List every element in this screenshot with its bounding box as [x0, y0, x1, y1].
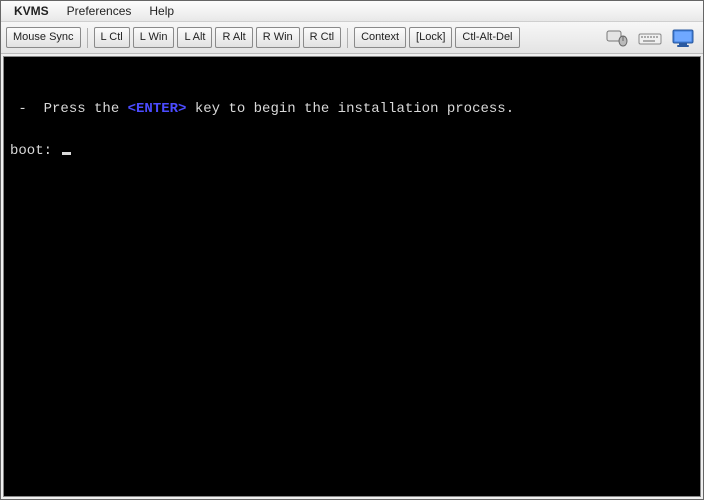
left-win-button[interactable]: L Win	[133, 27, 175, 48]
console-line-blank	[10, 120, 694, 141]
mouse-sync-button[interactable]: Mouse Sync	[6, 27, 81, 48]
boot-prompt: boot:	[10, 143, 60, 159]
text-cursor	[62, 152, 71, 155]
menu-help[interactable]: Help	[142, 3, 181, 19]
instruction-post: key to begin the installation process.	[186, 101, 514, 117]
console-line-blank	[10, 78, 694, 99]
console-line-blank	[10, 57, 694, 78]
toolbar-separator	[347, 28, 348, 48]
console-line-boot: boot:	[10, 141, 694, 162]
right-alt-button[interactable]: R Alt	[215, 27, 252, 48]
console-viewport[interactable]: - Press the <ENTER> key to begin the ins…	[3, 56, 701, 497]
right-ctrl-button[interactable]: R Ctl	[303, 27, 341, 48]
left-ctrl-button[interactable]: L Ctl	[94, 27, 130, 48]
menu-kvms[interactable]: KVMS	[7, 3, 56, 19]
dash: -	[10, 101, 44, 117]
enter-key-text: <ENTER>	[128, 101, 187, 117]
menu-preferences[interactable]: Preferences	[60, 3, 139, 19]
right-win-button[interactable]: R Win	[256, 27, 300, 48]
keyboard-icon[interactable]	[637, 28, 663, 48]
ctl-alt-del-button[interactable]: Ctl-Alt-Del	[455, 27, 519, 48]
mouse-icon[interactable]	[604, 28, 630, 48]
kvms-window: KVMS Preferences Help Mouse Sync L Ctl L…	[0, 0, 704, 500]
left-alt-button[interactable]: L Alt	[177, 27, 212, 48]
lock-button[interactable]: [Lock]	[409, 27, 452, 48]
monitor-icon[interactable]	[670, 28, 696, 48]
instruction-pre: Press the	[44, 101, 128, 117]
toolbar: Mouse Sync L Ctl L Win L Alt R Alt R Win…	[1, 22, 703, 54]
toolbar-separator	[87, 28, 88, 48]
context-button[interactable]: Context	[354, 27, 406, 48]
console-line-instruction: - Press the <ENTER> key to begin the ins…	[10, 99, 694, 120]
menubar: KVMS Preferences Help	[1, 1, 703, 22]
